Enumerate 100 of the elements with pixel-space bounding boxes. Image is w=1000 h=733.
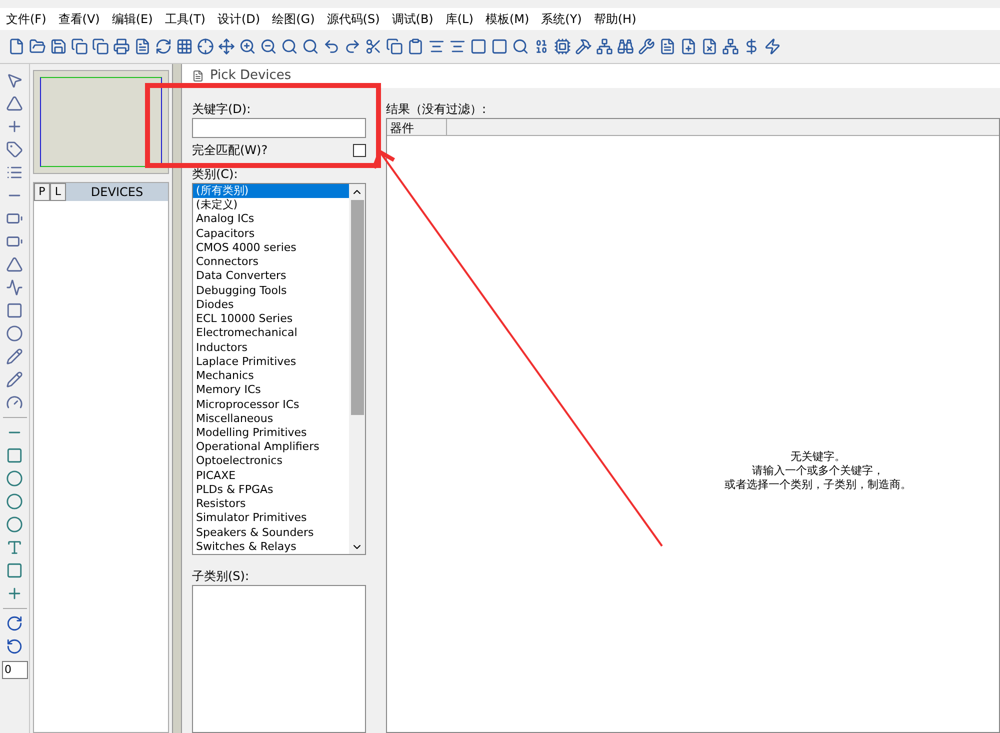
square-icon[interactable] [491, 38, 508, 55]
menu-item[interactable]: 模板(M) [479, 10, 536, 28]
copy-icon[interactable] [92, 38, 109, 55]
file-plus-icon[interactable] [680, 38, 697, 55]
square-icon[interactable] [470, 38, 487, 55]
marker-icon[interactable] [6, 585, 23, 602]
category-item[interactable]: Connectors [193, 255, 349, 270]
menu-item[interactable]: 帮助(H) [588, 10, 642, 28]
file-x-icon[interactable] [701, 38, 718, 55]
search-icon[interactable] [281, 38, 298, 55]
category-item[interactable]: ECL 10000 Series [193, 312, 349, 326]
exact-match-label: 完全匹配(W)? [192, 142, 268, 159]
printer-icon[interactable] [113, 38, 130, 55]
binoculars-icon[interactable] [617, 38, 634, 55]
crosshair-icon[interactable] [197, 38, 214, 55]
menu-item[interactable]: 绘图(G) [266, 10, 321, 28]
refresh-icon[interactable] [155, 38, 172, 55]
category-item[interactable]: Electromechanical [193, 326, 349, 341]
keyword-field[interactable] [192, 118, 366, 138]
search-icon[interactable] [302, 38, 319, 55]
grid-icon[interactable] [176, 38, 193, 55]
empty-message: 无关键字。 [790, 450, 846, 464]
panel-tab[interactable]: L [50, 183, 66, 201]
category-item[interactable]: Mechanics [193, 369, 349, 384]
folder-icon[interactable] [29, 38, 46, 55]
clipboard-icon[interactable] [407, 38, 424, 55]
category-label: 类别(C): [192, 166, 239, 183]
results-label: 结果（没有过滤）: [386, 101, 488, 118]
redo-icon[interactable] [344, 38, 361, 55]
category-item[interactable]: Capacitors [193, 226, 349, 241]
category-item[interactable]: Analog ICs [193, 212, 349, 227]
dialog-icon [192, 70, 204, 82]
meter-icon[interactable] [6, 394, 23, 411]
category-item[interactable]: Laplace Primitives [193, 354, 349, 370]
dialog-title: Pick Devices [210, 67, 292, 86]
category-item[interactable]: Simulator Primitives [193, 511, 349, 526]
menu-item[interactable]: 源代码(S) [320, 10, 386, 28]
category-item[interactable]: Diodes [193, 298, 349, 312]
category-item[interactable]: Microprocessor ICs [193, 398, 349, 412]
empty-message: 请输入一个或多个关键字， [752, 464, 884, 478]
menu-item[interactable]: 系统(Y) [535, 10, 588, 28]
category-item[interactable]: (所有类别) [193, 184, 349, 198]
category-item[interactable]: Optoelectronics [193, 454, 349, 469]
menu-item[interactable]: 库(L) [439, 10, 480, 28]
pointer-icon[interactable] [6, 72, 23, 89]
category-item[interactable]: Modelling Primitives [193, 426, 349, 440]
copy-icon[interactable] [71, 38, 88, 55]
category-item[interactable]: (未定义) [193, 198, 349, 212]
hammer-icon[interactable] [575, 38, 592, 55]
undo-icon[interactable] [323, 38, 340, 55]
category-item[interactable]: Memory ICs [193, 383, 349, 398]
new-file-icon[interactable] [8, 38, 25, 55]
document-icon[interactable] [134, 38, 151, 55]
keyword-label: 关键字(D): [192, 101, 252, 118]
junction-icon[interactable] [6, 118, 23, 135]
category-item[interactable]: Debugging Tools [193, 284, 349, 298]
category-item[interactable]: PLDs & FPGAs [193, 482, 349, 498]
subcategory-label: 子类别(S): [192, 568, 250, 585]
category-item[interactable]: Switches & Relays [193, 540, 349, 554]
copy-icon[interactable] [386, 38, 403, 55]
menu-item[interactable]: 调试(B) [386, 10, 440, 28]
move-icon[interactable] [218, 38, 235, 55]
empty-message: 或者选择一个类别，子类别，制造商。 [724, 478, 912, 492]
category-item[interactable]: Resistors [193, 497, 349, 512]
lightning-icon[interactable] [764, 38, 781, 55]
box-icon[interactable] [6, 447, 23, 464]
netlist-icon[interactable] [722, 38, 739, 55]
zoom-out-icon[interactable] [260, 38, 277, 55]
align-icon[interactable] [428, 38, 445, 55]
category-item[interactable]: Miscellaneous [193, 412, 349, 426]
circle-icon[interactable] [6, 470, 23, 487]
rotation-field[interactable]: 0 [2, 661, 28, 679]
column-header[interactable]: 器件 [387, 119, 447, 135]
category-item[interactable]: Operational Amplifiers [193, 440, 349, 454]
exact-match-checkbox[interactable] [353, 144, 366, 156]
menu-item[interactable]: 工具(T) [158, 10, 212, 28]
menu-item[interactable]: 文件(F) [0, 10, 52, 28]
category-item[interactable]: PICAXE [193, 468, 349, 483]
scrollbar[interactable] [349, 184, 365, 554]
rotate-icon[interactable] [6, 615, 23, 632]
menu-item[interactable]: 查看(V) [52, 10, 106, 28]
document-icon[interactable] [659, 38, 676, 55]
graph-icon[interactable] [6, 279, 23, 296]
chip-icon[interactable] [554, 38, 571, 55]
rotate-icon[interactable] [6, 638, 23, 655]
category-item[interactable]: Inductors [193, 340, 349, 355]
label-icon[interactable] [6, 141, 23, 158]
scissors-icon[interactable] [365, 38, 382, 55]
menu-item[interactable]: 设计(D) [212, 10, 266, 28]
search-icon[interactable] [512, 38, 529, 55]
netlist-icon[interactable] [596, 38, 613, 55]
panel-tab[interactable]: P [34, 183, 50, 201]
wrench-icon[interactable] [638, 38, 655, 55]
align-icon[interactable] [449, 38, 466, 55]
zoom-in-icon[interactable] [239, 38, 256, 55]
category-item[interactable]: CMOS 4000 series [193, 240, 349, 256]
category-item[interactable]: Speakers & Sounders [193, 526, 349, 540]
menu-item[interactable]: 编辑(E) [106, 10, 159, 28]
category-item[interactable]: Data Converters [193, 269, 349, 284]
save-icon[interactable] [50, 38, 67, 55]
